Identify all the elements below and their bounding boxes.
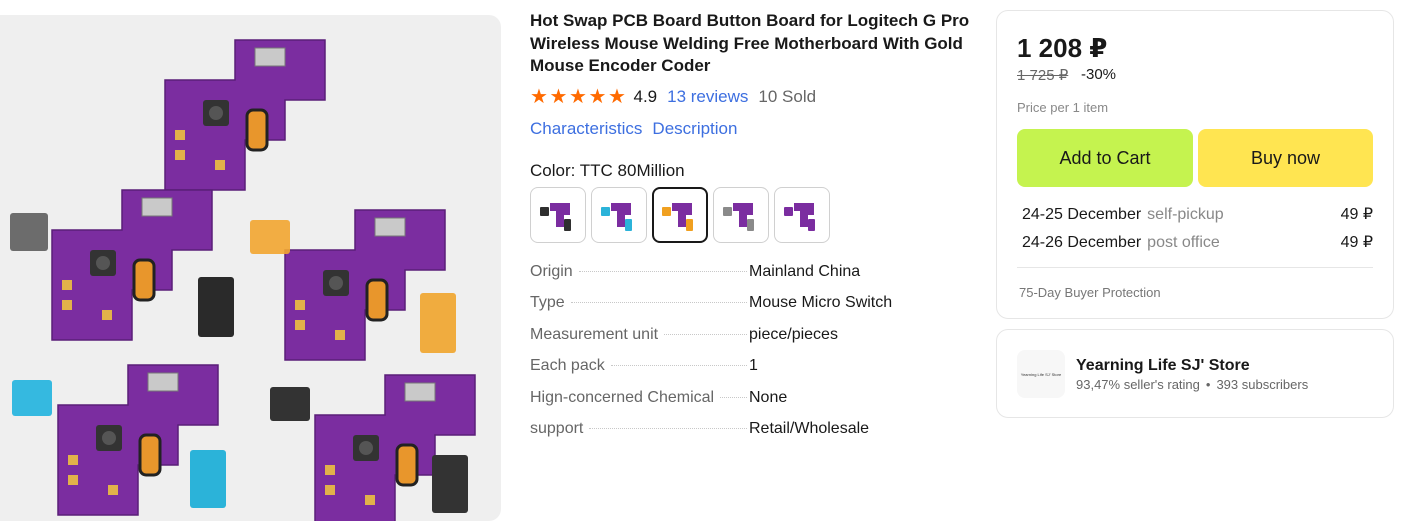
spec-row: Measurement unit piece/pieces bbox=[530, 326, 975, 358]
spec-leader-dots bbox=[570, 302, 747, 304]
store-card[interactable]: Yearning Life SJ' Store Yearning Life SJ… bbox=[996, 329, 1394, 418]
spec-row: Hign-concerned Chemical None bbox=[530, 389, 975, 421]
sold-count: 10 Sold bbox=[758, 86, 817, 106]
swatch-thumbnail bbox=[723, 202, 754, 231]
buy-now-button[interactable]: Buy now bbox=[1198, 129, 1373, 187]
delivery-option[interactable]: 24-25 December self-pickup 49 ₽ bbox=[1022, 204, 1373, 224]
spec-leader-dots bbox=[664, 333, 748, 335]
product-info: Hot Swap PCB Board Button Board for Logi… bbox=[530, 10, 975, 452]
buyer-protection[interactable]: 75-Day Buyer Protection bbox=[1019, 285, 1161, 300]
section-links: Characteristics Description bbox=[530, 119, 975, 139]
spec-row: Origin Mainland China bbox=[530, 263, 975, 295]
old-price: 1 725 ₽ bbox=[1017, 67, 1069, 84]
spec-row: support Retail/Wholesale bbox=[530, 420, 975, 452]
spec-value: 1 bbox=[749, 357, 758, 375]
spec-value: piece/pieces bbox=[749, 325, 838, 343]
star-icon: ★ bbox=[588, 85, 607, 108]
spec-key: support bbox=[530, 420, 584, 438]
star-icon: ★ bbox=[549, 85, 568, 108]
divider bbox=[1017, 267, 1373, 268]
spec-key: Origin bbox=[530, 262, 573, 280]
delivery-date: 24-26 December bbox=[1022, 234, 1142, 251]
store-name[interactable]: Yearning Life SJ' Store bbox=[1076, 357, 1250, 375]
spec-value: Mainland China bbox=[749, 262, 861, 280]
color-swatches bbox=[530, 186, 975, 243]
spec-leader-dots bbox=[589, 428, 748, 430]
swatch-thumbnail bbox=[540, 202, 571, 231]
discount-badge: -30% bbox=[1081, 66, 1117, 83]
spec-leader-dots bbox=[578, 270, 747, 272]
spec-value: Mouse Micro Switch bbox=[749, 294, 893, 312]
reviews-link[interactable]: 13 reviews bbox=[667, 87, 748, 107]
swatch-thumbnail bbox=[784, 202, 815, 231]
delivery-option[interactable]: 24-26 December post office 49 ₽ bbox=[1022, 232, 1373, 252]
description-link[interactable]: Description bbox=[652, 119, 737, 139]
delivery-method: post office bbox=[1147, 234, 1220, 251]
spec-leader-dots bbox=[610, 365, 747, 367]
delivery-date: 24-25 December bbox=[1022, 206, 1142, 223]
color-swatch[interactable] bbox=[713, 186, 769, 243]
price-per-item: Price per 1 item bbox=[1017, 100, 1109, 115]
buy-box: 1 208 ₽ 1 725 ₽ -30% Price per 1 item Ad… bbox=[996, 10, 1394, 319]
rating-score: 4.9 bbox=[633, 86, 658, 106]
meta-separator: • bbox=[1205, 377, 1211, 392]
swatch-thumbnail bbox=[662, 202, 693, 231]
current-price: 1 208 ₽ bbox=[1017, 33, 1108, 63]
subscriber-count: 393 subscribers bbox=[1216, 377, 1309, 392]
spec-list: Origin Mainland China Type Mouse Micro Swit… bbox=[530, 263, 975, 453]
add-to-cart-button[interactable]: Add to Cart bbox=[1017, 129, 1193, 187]
spec-row: Type Mouse Micro Switch bbox=[530, 294, 975, 326]
rating-stars: ★ ★ ★ ★ ★ bbox=[530, 87, 628, 107]
color-swatch[interactable] bbox=[591, 186, 647, 243]
spec-value: Retail/Wholesale bbox=[749, 420, 870, 438]
characteristics-link[interactable]: Characteristics bbox=[530, 119, 642, 139]
color-label: Color: TTC 80Million bbox=[530, 160, 685, 180]
delivery-method: self-pickup bbox=[1147, 206, 1224, 223]
spec-row: Each pack 1 bbox=[530, 357, 975, 389]
spec-key: Type bbox=[530, 294, 565, 312]
store-logo[interactable]: Yearning Life SJ' Store bbox=[1017, 350, 1065, 398]
delivery-cost: 49 ₽ bbox=[1340, 234, 1373, 251]
star-icon: ★ bbox=[530, 85, 548, 108]
color-swatch[interactable] bbox=[652, 186, 708, 243]
star-icon: ★ bbox=[569, 85, 587, 108]
delivery-cost: 49 ₽ bbox=[1340, 206, 1373, 223]
color-swatch[interactable] bbox=[530, 186, 586, 243]
spec-value: None bbox=[749, 388, 788, 406]
seller-rating: 93,47% seller's rating bbox=[1076, 377, 1200, 392]
spec-key: Each pack bbox=[530, 357, 605, 375]
spec-key: Hign-concerned Chemical bbox=[530, 388, 715, 406]
product-image[interactable] bbox=[0, 15, 501, 521]
swatch-thumbnail bbox=[601, 202, 632, 231]
spec-key: Measurement unit bbox=[530, 325, 659, 343]
color-swatch[interactable] bbox=[774, 186, 830, 243]
product-title: Hot Swap PCB Board Button Board for Logi… bbox=[530, 11, 970, 75]
spec-leader-dots bbox=[720, 396, 748, 398]
rating-row: ★ ★ ★ ★ ★ 4.9 13 reviews 10 Sold bbox=[530, 86, 975, 108]
star-icon: ★ bbox=[608, 85, 626, 108]
store-meta: 93,47% seller's rating • 393 subscribers bbox=[1076, 377, 1308, 392]
product-photo bbox=[10, 38, 477, 521]
